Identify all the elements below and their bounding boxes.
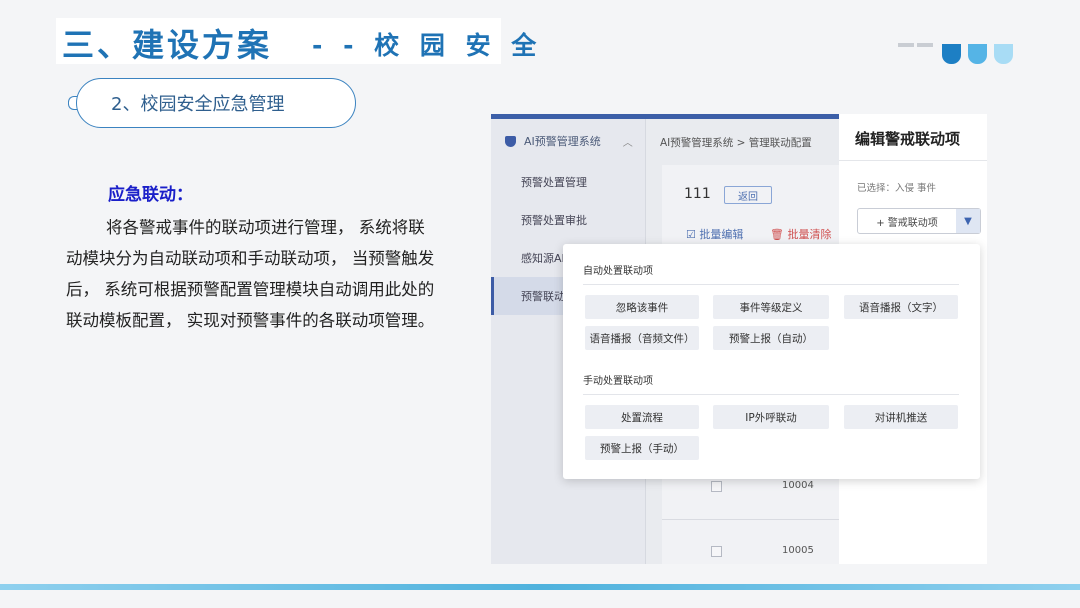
- page-title: 三、建设方案: [62, 26, 273, 64]
- sidebar-header[interactable]: AI预警管理系统 ︿: [491, 119, 645, 163]
- manual-section-divider: [583, 394, 959, 395]
- sidebar-item-disposal[interactable]: 预警处置管理: [491, 163, 645, 201]
- content-heading: 应急联动：: [108, 185, 193, 205]
- row-checkbox[interactable]: [711, 481, 722, 492]
- section-pill: 2、校园安全应急管理: [76, 78, 356, 128]
- back-button[interactable]: 返回: [724, 186, 772, 204]
- bottom-accent-bar: [0, 584, 1080, 590]
- sidebar-item-label: 感知源AI: [521, 252, 565, 265]
- edit-panel-title: 编辑警戒联动项: [855, 130, 961, 148]
- record-label: 111: [684, 186, 711, 202]
- decoration-shields: [942, 44, 1013, 64]
- row-id: 10004: [782, 480, 814, 491]
- tag-report-manual[interactable]: 预警上报（手动）: [585, 436, 699, 460]
- batch-clear-button[interactable]: 🗑 批量清除: [770, 226, 831, 242]
- row-divider: [662, 519, 842, 520]
- batch-clear-label: 批量清除: [787, 228, 832, 241]
- linkage-dropdown[interactable]: + 警戒联动项 ▼: [857, 208, 981, 234]
- edit-panel-divider: [839, 160, 987, 161]
- batch-edit-label: 批量编辑: [699, 228, 744, 241]
- row-id: 10005: [782, 545, 814, 556]
- linkage-popup: 自动处置联动项 忽略该事件 事件等级定义 语音播报（文字） 语音播报（音频文件）…: [563, 244, 980, 479]
- sidebar-item-label: 预警处置审批: [521, 214, 587, 227]
- trash-icon: 🗑: [770, 228, 788, 241]
- breadcrumb: AI预警管理系统 > 管理联动配置: [660, 137, 812, 149]
- content-body: 将各警戒事件的联动项进行管理， 系统将联动模块分为自动联动项和手动联动项， 当预…: [66, 218, 435, 330]
- page-subtitle: - - 校 园 安 全: [312, 31, 543, 60]
- sidebar-item-label: 预警处置管理: [521, 176, 587, 189]
- tag-disposal-flow[interactable]: 处置流程: [585, 405, 699, 429]
- tag-report-auto[interactable]: 预警上报（自动）: [713, 326, 829, 350]
- chevron-up-icon: ︿: [622, 137, 633, 149]
- sidebar-item-label: 预警联动: [521, 290, 565, 303]
- batch-edit-button[interactable]: ☑ 批量编辑: [686, 226, 743, 242]
- shield-icon: [968, 44, 987, 64]
- sidebar-system-name: AI预警管理系统: [524, 135, 601, 148]
- tag-voice-text[interactable]: 语音播报（文字）: [844, 295, 958, 319]
- row-checkbox[interactable]: [711, 546, 722, 557]
- decoration-lines: [898, 32, 936, 51]
- tag-intercom-push[interactable]: 对讲机推送: [844, 405, 958, 429]
- tag-voice-audio[interactable]: 语音播报（音频文件）: [585, 326, 699, 350]
- edit-icon: ☑: [686, 228, 700, 241]
- auto-section-divider: [583, 284, 959, 285]
- shield-icon: [942, 44, 961, 64]
- manual-section-title: 手动处置联动项: [583, 376, 653, 387]
- tag-ip-call[interactable]: IP外呼联动: [713, 405, 829, 429]
- section-pill-label: 2、校园安全应急管理: [111, 94, 285, 115]
- tag-ignore-event[interactable]: 忽略该事件: [585, 295, 699, 319]
- chevron-down-icon[interactable]: ▼: [956, 209, 980, 233]
- tag-event-level[interactable]: 事件等级定义: [713, 295, 829, 319]
- sidebar-item-approval[interactable]: 预警处置审批: [491, 201, 645, 239]
- shield-icon: [994, 44, 1013, 64]
- auto-section-title: 自动处置联动项: [583, 266, 653, 277]
- linkage-dropdown-label: + 警戒联动项: [876, 217, 938, 229]
- shield-icon: [505, 135, 516, 147]
- selected-event-text: 已选择：入侵 事件: [857, 183, 937, 194]
